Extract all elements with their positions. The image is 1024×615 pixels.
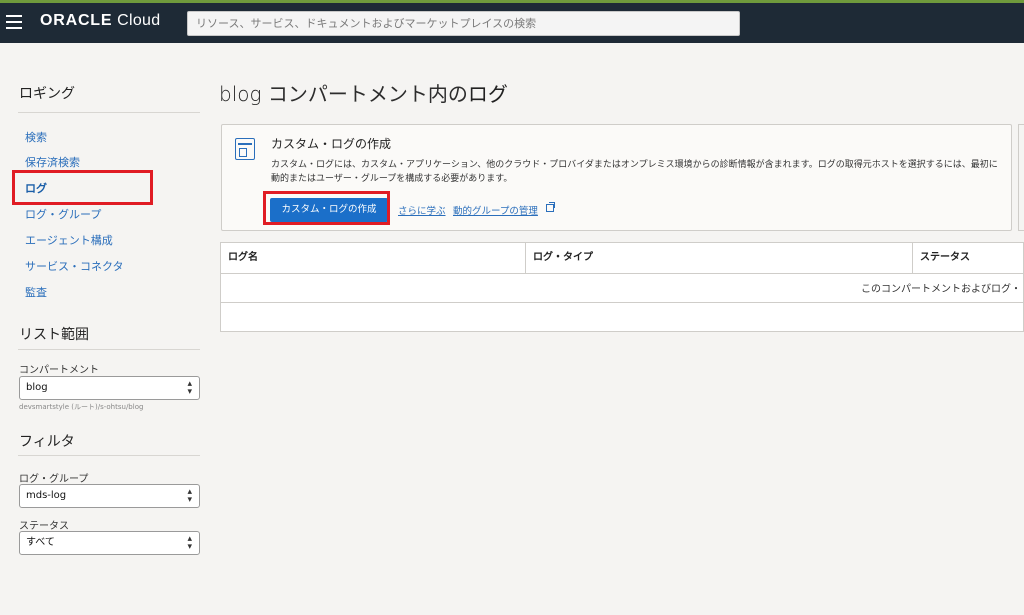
sidebar-item-service-connectors[interactable]: サービス・コネクタ bbox=[25, 258, 124, 274]
status-select[interactable]: すべて ▴ ▾ bbox=[19, 531, 200, 555]
column-header-log-name[interactable]: ログ名 bbox=[221, 243, 525, 273]
compartment-path: devsmartstyle (ルート)/s-ohtsu/blog bbox=[19, 403, 144, 411]
sidebar-item-saved-search[interactable]: 保存済検索 bbox=[25, 154, 80, 170]
adjacent-card-edge bbox=[1018, 124, 1024, 231]
empty-table-message: このコンパートメントおよびログ・ bbox=[861, 284, 1021, 295]
search-input[interactable]: リソース、サービス、ドキュメントおよびマーケットプレイスの検索 bbox=[187, 11, 740, 36]
oracle-cloud-logo[interactable]: ORACLE Cloud bbox=[40, 12, 160, 30]
card-title: カスタム・ログの作成 bbox=[271, 137, 392, 151]
row-divider bbox=[221, 302, 1024, 303]
learn-more-link[interactable]: さらに学ぶ bbox=[398, 203, 446, 217]
page-title: blog コンパートメント内のログ bbox=[219, 82, 508, 106]
top-header: ORACLE Cloud リソース、サービス、ドキュメントおよびマーケットプレイ… bbox=[0, 0, 1024, 43]
divider bbox=[18, 455, 200, 456]
sidebar-item-log-groups[interactable]: ログ・グループ bbox=[25, 206, 101, 222]
header-divider bbox=[221, 273, 1024, 274]
custom-log-icon bbox=[235, 138, 255, 160]
highlight-box bbox=[263, 191, 390, 225]
chevron-updown-icon: ▴ ▾ bbox=[187, 487, 192, 505]
sidebar-item-audit[interactable]: 監査 bbox=[25, 284, 47, 300]
sidebar-item-agent-config[interactable]: エージェント構成 bbox=[25, 232, 113, 248]
log-group-select[interactable]: mds-log ▴ ▾ bbox=[19, 484, 200, 508]
divider bbox=[18, 112, 200, 113]
scope-title: リスト範囲 bbox=[19, 327, 89, 343]
column-header-log-type[interactable]: ログ・タイプ bbox=[526, 243, 912, 273]
menu-icon[interactable] bbox=[6, 15, 22, 29]
chevron-updown-icon: ▴ ▾ bbox=[187, 534, 192, 552]
status-label: ステータス bbox=[19, 521, 69, 532]
sidebar-item-search[interactable]: 検索 bbox=[25, 129, 47, 145]
chevron-updown-icon: ▴ ▾ bbox=[187, 379, 192, 397]
compartment-select[interactable]: blog ▴ ▾ bbox=[19, 376, 200, 400]
external-link-icon bbox=[546, 202, 555, 212]
compartment-label: コンパートメント bbox=[19, 365, 99, 376]
logs-table: ログ名 ログ・タイプ ステータス このコンパートメントおよびログ・ bbox=[220, 242, 1024, 332]
card-description: カスタム・ログには、カスタム・アプリケーション、他のクラウド・プロバイダまたはオ… bbox=[271, 160, 998, 184]
divider bbox=[18, 349, 200, 350]
column-header-status[interactable]: ステータス bbox=[913, 243, 1023, 273]
sidebar-title: ロギング bbox=[19, 86, 75, 102]
log-group-label: ログ・グループ bbox=[19, 474, 89, 485]
highlight-box bbox=[12, 170, 153, 205]
filter-title: フィルタ bbox=[19, 434, 75, 450]
manage-dynamic-groups-link[interactable]: 動的グループの管理 bbox=[453, 203, 538, 217]
